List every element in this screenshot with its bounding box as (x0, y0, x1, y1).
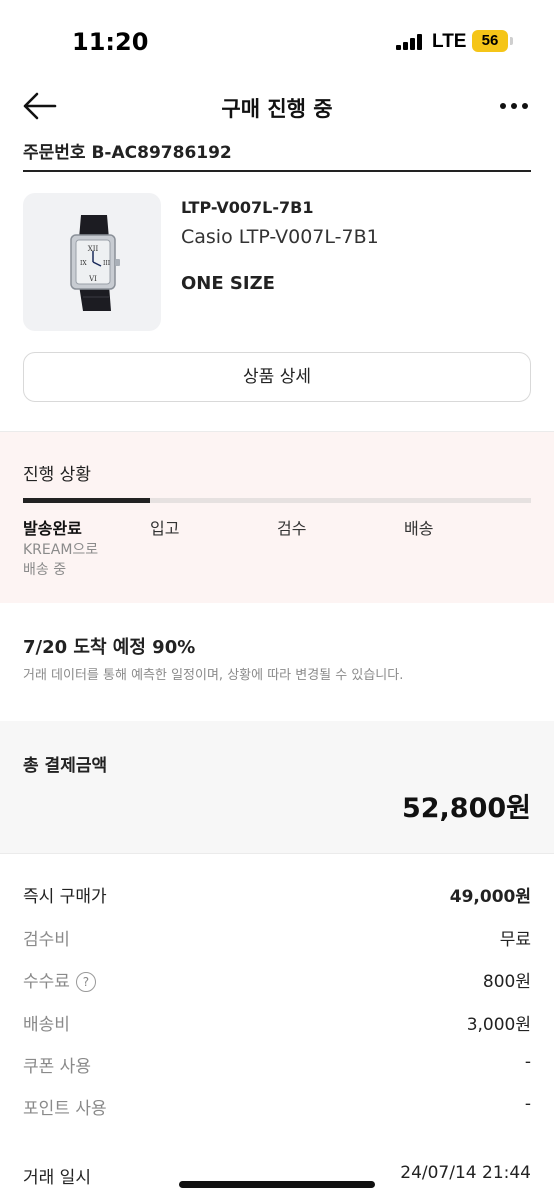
progress-step-description-line2: 배송 중 (23, 562, 67, 578)
progress-step-delivery: 배송 (404, 519, 434, 538)
home-indicator[interactable] (179, 1181, 375, 1188)
total-payment-section: 총 결제금액 52,800원 (0, 721, 554, 853)
payment-row-commission: 수수료? 800원 (23, 967, 531, 995)
progress-title: 진행 상황 (23, 465, 91, 485)
progress-step-description-line1: KREAM으로 (23, 542, 99, 558)
progress-step-inspection: 검수 (277, 519, 307, 538)
payment-row-value: 무료 (499, 930, 531, 950)
payment-row-label: 포인트 사용 (23, 1099, 107, 1119)
payment-row-label: 검수비 (23, 930, 70, 950)
order-divider (23, 170, 531, 172)
eta-note: 거래 데이터를 통해 예측한 일정이며, 상황에 따라 변경될 수 있습니다. (23, 668, 404, 683)
payment-row-instant-price: 즉시 구매가 49,000원 (23, 882, 531, 910)
status-time: 11:20 (72, 28, 149, 56)
svg-text:III: III (103, 260, 111, 267)
progress-section: 진행 상황 발송완료 입고 검수 배송 KREAM으로 배송 중 (0, 432, 554, 603)
payment-row-coupon: 쿠폰 사용 - (23, 1052, 531, 1080)
payment-row-value: - (524, 1094, 531, 1114)
product-model-code: LTP-V007L-7B1 (181, 198, 314, 217)
svg-text:IX: IX (80, 260, 87, 267)
payment-row-shipping-fee: 배송비 3,000원 (23, 1010, 531, 1038)
progress-step-description: KREAM으로 배송 중 (23, 540, 98, 580)
battery-icon: 56 (472, 30, 508, 52)
product-name: Casio LTP-V007L-7B1 (181, 226, 379, 248)
payment-row-label: 수수료? (23, 967, 96, 992)
section-divider (0, 853, 554, 854)
more-horizontal-icon[interactable] (498, 92, 530, 120)
network-label: LTE (432, 31, 467, 52)
transaction-date-value: 24/07/14 21:44 (400, 1163, 531, 1183)
total-payment-value: 52,800원 (401, 793, 531, 824)
status-bar: 11:20 LTE 56 (0, 0, 554, 84)
nav-header: 구매 진행 중 (0, 84, 554, 130)
product-image[interactable]: XII VI IX III (23, 193, 161, 331)
transaction-date-label: 거래 일시 (23, 1168, 91, 1188)
eta-section: 7/20 도착 예정 90% 거래 데이터를 통해 예측한 일정이며, 상황에 … (0, 603, 554, 721)
payment-row-label: 쿠폰 사용 (23, 1057, 91, 1077)
signal-icon (396, 34, 422, 50)
svg-text:VI: VI (88, 275, 97, 283)
payment-row-label: 즉시 구매가 (23, 887, 107, 907)
product-size: ONE SIZE (181, 273, 275, 294)
payment-row-value: 3,000원 (466, 1015, 531, 1035)
product-detail-button[interactable]: 상품 상세 (23, 352, 531, 402)
help-icon[interactable]: ? (75, 972, 96, 992)
payment-row-label-text: 수수료 (23, 972, 70, 992)
payment-row-value: 800원 (482, 972, 531, 992)
page-title: 구매 진행 중 (221, 97, 333, 121)
progress-step-shipped: 발송완료 (23, 519, 82, 538)
progress-step-received: 입고 (150, 519, 180, 538)
payment-row-value: 49,000원 (449, 887, 531, 907)
payment-row-label: 배송비 (23, 1015, 70, 1035)
progress-bar (23, 498, 531, 503)
battery-tip (510, 37, 513, 45)
total-payment-label: 총 결제금액 (23, 756, 108, 776)
payment-row-inspection-fee: 검수비 무료 (23, 925, 531, 953)
progress-bar-fill (23, 498, 150, 503)
order-number: 주문번호 B-AC89786192 (23, 143, 232, 163)
payment-row-points: 포인트 사용 - (23, 1094, 531, 1122)
eta-title: 7/20 도착 예정 90% (23, 637, 196, 658)
payment-row-value: - (524, 1052, 531, 1072)
